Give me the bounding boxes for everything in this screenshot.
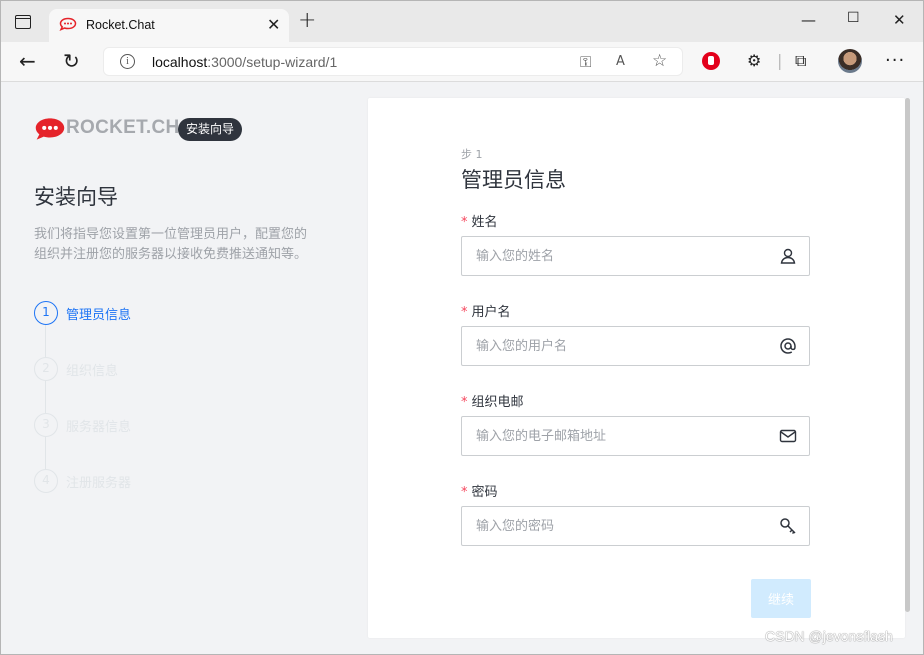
step-number: 1 xyxy=(34,301,58,325)
favorite-star-icon[interactable]: ☆ xyxy=(652,51,667,71)
password-input[interactable] xyxy=(476,516,766,536)
step-label: 组织信息 xyxy=(66,364,119,379)
maximize-icon[interactable]: ☐ xyxy=(847,10,860,26)
address-bar[interactable]: i localhost:3000/setup-wizard/1 ⚿ A ☆ xyxy=(103,47,683,76)
site-info-icon[interactable]: i xyxy=(120,54,135,69)
user-icon xyxy=(780,248,796,264)
email-input[interactable] xyxy=(476,426,766,446)
wizard-tag: 安装向导 xyxy=(178,118,243,141)
step-label: 注册服务器 xyxy=(66,476,132,491)
tab-title: Rocket.Chat xyxy=(86,18,155,32)
key-icon[interactable]: ⚿ xyxy=(580,53,591,71)
step-connector xyxy=(45,437,46,469)
more-menu-icon[interactable]: ··· xyxy=(885,50,905,71)
password-label: * 密码 xyxy=(461,485,498,500)
step-number: 4 xyxy=(34,469,58,493)
browser-toolbar: ← ↻ i localhost:3000/setup-wizard/1 ⚿ A … xyxy=(1,42,923,82)
continue-button[interactable]: 继续 xyxy=(751,579,811,618)
toolbar-divider: | xyxy=(777,51,783,70)
form-title: 管理员信息 xyxy=(461,168,566,192)
username-input[interactable] xyxy=(476,336,766,356)
rocketchat-logo-icon xyxy=(35,118,65,140)
minimize-icon[interactable]: — xyxy=(801,11,816,29)
setup-wizard-page: ROCKET.CHAT 安装向导 安装向导 我们将指导您设置第一位管理员用户，配… xyxy=(1,83,923,654)
step-label: 服务器信息 xyxy=(66,420,132,435)
sidebar-title: 安装向导 xyxy=(34,185,118,209)
read-aloud-icon[interactable]: A xyxy=(616,54,625,69)
key-icon xyxy=(780,518,796,535)
new-tab-icon[interactable]: + xyxy=(298,10,316,32)
profile-avatar[interactable] xyxy=(838,49,862,73)
step-indicator: 步 1 xyxy=(461,148,483,161)
close-tab-icon[interactable]: ✕ xyxy=(267,15,280,34)
username-field[interactable] xyxy=(461,326,810,366)
step-number: 2 xyxy=(34,357,58,381)
window-close-icon[interactable]: ✕ xyxy=(893,11,906,29)
at-icon xyxy=(780,338,796,354)
step-connector xyxy=(45,381,46,413)
name-input[interactable] xyxy=(476,246,766,266)
admin-info-card: 步 1 管理员信息 *姓名 *用户名 *组织电邮 *密码 继续 xyxy=(368,98,905,638)
mail-icon xyxy=(779,429,797,443)
email-label: * 组织电邮 xyxy=(461,395,524,410)
step-number: 3 xyxy=(34,413,58,437)
refresh-icon[interactable]: ↻ xyxy=(63,50,80,72)
rocketchat-favicon-icon xyxy=(59,17,77,31)
sidebar-description: 我们将指导您设置第一位管理员用户，配置您的组织并注册您的服务器以接收免费推送通知… xyxy=(34,227,308,262)
step-connector xyxy=(45,325,46,357)
extensions-icon[interactable]: ⚙ xyxy=(747,51,761,70)
browser-tab[interactable]: Rocket.Chat ✕ xyxy=(49,9,289,42)
page-scrollbar[interactable] xyxy=(905,98,910,612)
adblock-extension-icon[interactable] xyxy=(702,52,720,70)
back-icon[interactable]: ← xyxy=(19,50,36,72)
name-label: * 姓名 xyxy=(461,215,498,230)
url-text: localhost:3000/setup-wizard/1 xyxy=(152,54,338,70)
watermark: CSDN @jevonsflash xyxy=(765,628,893,644)
step-label: 管理员信息 xyxy=(66,308,132,323)
collections-icon[interactable]: ⧉ xyxy=(795,51,806,71)
title-bar: Rocket.Chat ✕ + — ☐ ✕ xyxy=(1,1,923,42)
username-label: * 用户名 xyxy=(461,305,511,320)
name-field[interactable] xyxy=(461,236,810,276)
password-field[interactable] xyxy=(461,506,810,546)
email-field[interactable] xyxy=(461,416,810,456)
browser-window: Rocket.Chat ✕ + — ☐ ✕ ← ↻ i localhost:30… xyxy=(0,0,924,655)
tab-actions-icon[interactable] xyxy=(15,15,31,29)
